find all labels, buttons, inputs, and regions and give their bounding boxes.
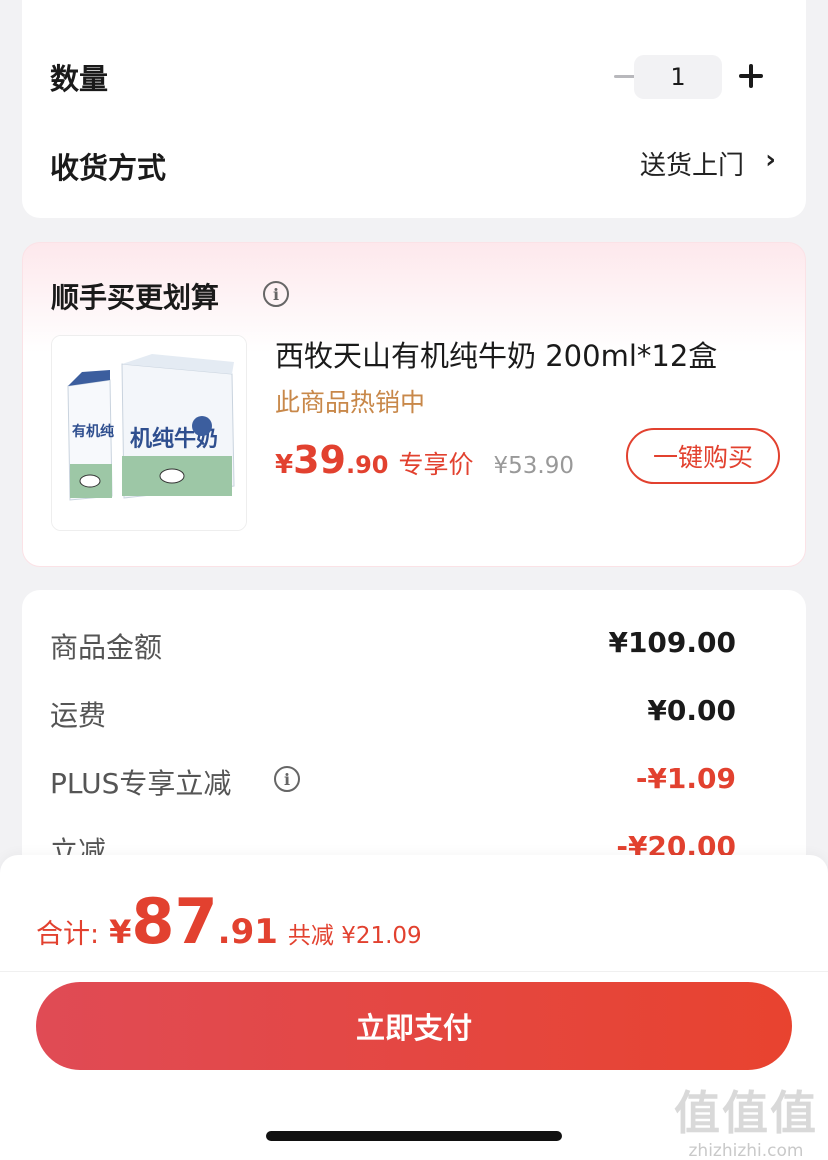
subtotal-value: ¥109.00: [608, 626, 736, 659]
price-symbol: ¥: [275, 450, 294, 480]
milk-box-illustration: 机纯牛奶 有机纯: [52, 336, 246, 530]
delivery-method-label: 收货方式: [50, 151, 167, 185]
subtotal-label: 商品金额: [50, 631, 163, 664]
info-icon[interactable]: i: [274, 766, 300, 792]
quantity-input[interactable]: 1: [634, 55, 722, 99]
plus-discount-label: PLUS专享立减: [50, 767, 232, 800]
watermark-domain: zhizhizhi.com: [688, 1141, 804, 1160]
checkout-footer: 合计: ¥ 87 .91 共减 ¥21.09 立即支付 值值值 zhizhizh…: [0, 855, 828, 1160]
shipping-label: 运费: [50, 699, 107, 732]
price-summary-card: 商品金额 ¥109.00 运费 ¥0.00 PLUS专享立减 i -¥1.09 …: [22, 590, 806, 890]
total-saved: 共减 ¥21.09: [287, 923, 422, 949]
total-integer: 87: [131, 885, 218, 958]
watermark-chars: 值值值: [674, 1086, 818, 1140]
pay-now-button[interactable]: 立即支付: [36, 982, 792, 1070]
addon-deal-title: 顺手买更划算: [51, 281, 220, 314]
original-price: ¥53.90: [493, 453, 574, 479]
product-name[interactable]: 西牧天山有机纯牛奶 200ml*12盒: [275, 333, 717, 375]
exclusive-price-tag: 专享价: [398, 450, 474, 479]
quantity-label: 数量: [50, 62, 109, 96]
info-icon[interactable]: i: [263, 281, 289, 307]
shipping-value: ¥0.00: [647, 694, 736, 727]
plus-discount-value: -¥1.09: [635, 762, 736, 795]
total-label: 合计:: [36, 919, 100, 950]
product-status: 此商品热销中: [275, 388, 426, 417]
product-price-row: ¥ 39 .90 专享价 ¥53.90: [275, 438, 574, 482]
home-indicator[interactable]: [266, 1131, 562, 1141]
addon-deal-card: 顺手买更划算 i 机纯牛奶 有机纯 西牧天山有机纯牛奶 200ml*12盒 此商…: [22, 242, 806, 567]
chevron-right-icon[interactable]: ›: [765, 145, 776, 175]
watermark-logo: 值值值 zhizhizhi.com: [674, 1077, 818, 1160]
total-row: 合计: ¥ 87 .91 共减 ¥21.09: [36, 885, 422, 958]
price-integer: 39: [293, 438, 346, 482]
order-options-card: 数量 1 收货方式 送货上门 ›: [22, 0, 806, 218]
delivery-method-value[interactable]: 送货上门: [640, 145, 744, 182]
one-click-buy-button[interactable]: 一键购买: [626, 428, 780, 484]
quantity-increase-button[interactable]: [734, 58, 768, 94]
svg-text:有机纯: 有机纯: [72, 423, 114, 440]
minus-icon: [614, 74, 636, 78]
product-image[interactable]: 机纯牛奶 有机纯: [51, 335, 247, 531]
total-decimal: .91: [217, 912, 278, 952]
price-decimal: .90: [345, 451, 389, 479]
total-symbol: ¥: [109, 913, 132, 951]
divider: [0, 971, 828, 972]
